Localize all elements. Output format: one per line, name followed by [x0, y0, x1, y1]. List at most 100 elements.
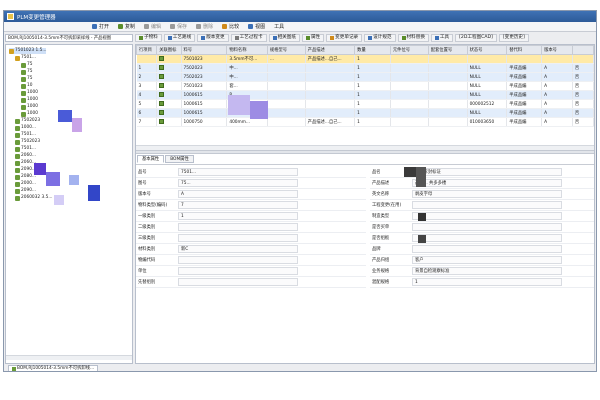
- col-header[interactable]: 替代料: [506, 45, 543, 55]
- menu-tools[interactable]: 工具: [274, 23, 284, 30]
- col-header[interactable]: 元件位号: [389, 45, 429, 55]
- prop-input[interactable]: [178, 256, 298, 264]
- tree-node[interactable]: 10: [21, 83, 32, 89]
- tab-version-change[interactable]: 版本变更: [197, 33, 229, 42]
- prop-row: 二级类别: [136, 222, 366, 233]
- prop-input[interactable]: A: [178, 190, 298, 198]
- tree-hscrollbar[interactable]: [6, 355, 132, 360]
- col-header[interactable]: 行项目: [136, 45, 158, 55]
- tree-node[interactable]: 2060032 3.5...: [15, 195, 52, 201]
- col-header[interactable]: 关联图标: [156, 45, 182, 55]
- prop-input[interactable]: [178, 234, 298, 242]
- prop-input[interactable]: [178, 223, 298, 231]
- prop-input[interactable]: 产品... 共多多楼: [412, 179, 562, 187]
- open-document-tab[interactable]: BOM,RJ1005014-3.5mm不可拆卸线...: [8, 364, 99, 371]
- tree-node[interactable]: 7501023 1.5...: [9, 48, 47, 54]
- prop-row: 产品归组 客户: [370, 255, 594, 266]
- tree-node[interactable]: 75: [21, 76, 32, 82]
- tree-node[interactable]: 2090...: [15, 167, 36, 173]
- bom-grid: 行项目 关联图标 料号 物料名称 规格型号 产品描述 数量 元件位号 配套位置号…: [136, 45, 594, 127]
- menu-edit[interactable]: 编辑: [144, 23, 161, 30]
- menu-save[interactable]: 保存: [170, 23, 187, 30]
- tab-tools[interactable]: 工具: [430, 33, 454, 42]
- tree-node[interactable]: 1000: [21, 104, 38, 110]
- col-header[interactable]: 物料名称: [226, 45, 268, 55]
- tree-node[interactable]: 1000: [21, 90, 38, 96]
- col-header[interactable]: 状态号: [466, 45, 508, 55]
- prop-input[interactable]: 7501...: [178, 168, 298, 176]
- tab-sub-items[interactable]: 子物料: [135, 33, 162, 42]
- tab-drawings[interactable]: 相关图纸: [268, 33, 300, 42]
- table-row[interactable]: 5 1000615 ... 1 000002512 半成品编 A 否: [136, 99, 594, 109]
- tab-design-spec[interactable]: 设计规范: [364, 33, 396, 42]
- tab-cad[interactable]: [2D工程图CAD]: [455, 33, 497, 42]
- prop-row: 图号 75...: [136, 178, 366, 189]
- col-header[interactable]: 料号: [180, 45, 228, 55]
- prop-input[interactable]: [412, 234, 562, 242]
- tree-node[interactable]: 1000: [21, 111, 38, 117]
- tab-change-history[interactable]: [变更历史]: [498, 33, 529, 42]
- prop-input[interactable]: [178, 267, 298, 275]
- prop-input[interactable]: 自置拆封标证: [412, 168, 562, 176]
- pane-splitter[interactable]: [136, 150, 594, 154]
- menu-open[interactable]: 打开: [92, 23, 109, 30]
- tab-material-replace[interactable]: 材料替换: [397, 33, 429, 42]
- table-row[interactable]: 3 7501023 套... 1 NULL 半成品编 A 否: [136, 81, 594, 91]
- tree-node[interactable]: 75: [21, 69, 32, 75]
- tree-node[interactable]: 2000...: [15, 181, 36, 187]
- menu-view[interactable]: 视图: [248, 23, 265, 30]
- tree-node[interactable]: 75: [21, 62, 32, 68]
- tree-node[interactable]: 2090...: [15, 188, 36, 194]
- prop-input[interactable]: [412, 212, 562, 220]
- prop-input[interactable]: [412, 201, 562, 209]
- menu-copy[interactable]: 复制: [118, 23, 135, 30]
- part-icon: [15, 139, 20, 145]
- prop-input[interactable]: [412, 223, 562, 231]
- prop-input[interactable]: [412, 245, 562, 253]
- material-icon: [401, 35, 406, 40]
- table-row[interactable]: 4 1000615 P... 1 NULL 半成品编 A 否: [136, 90, 594, 100]
- tab-basic-props[interactable]: 基本属性: [137, 155, 165, 163]
- tab-bom-props[interactable]: BOM属性: [165, 155, 194, 163]
- tree-node[interactable]: 7502023: [15, 118, 40, 124]
- table-row[interactable]: 6 1000615 ... 1 NULL 半成品编 A 否: [136, 108, 594, 118]
- col-header[interactable]: 版本号: [541, 45, 573, 55]
- tab-process-card[interactable]: 工艺过程卡: [230, 33, 267, 42]
- col-header[interactable]: 产品描述: [304, 45, 356, 55]
- tree-node[interactable]: 1000...: [15, 125, 36, 131]
- tab-process-route[interactable]: 工艺路线: [163, 33, 196, 42]
- tree-node[interactable]: 7502023: [15, 139, 40, 145]
- prop-input[interactable]: 75...: [178, 179, 298, 187]
- prop-input[interactable]: 1: [412, 278, 562, 286]
- tree-node[interactable]: 2060...: [15, 153, 36, 159]
- table-row[interactable]: 1 7502023 中... 1 NULL 半成品编 A 否: [136, 63, 594, 73]
- menu-delete[interactable]: 删除: [196, 23, 213, 30]
- tree-node[interactable]: 7501...: [15, 55, 36, 61]
- table-row[interactable]: 2 7502023 中... 1 NULL 半成品编 A 否: [136, 72, 594, 82]
- col-header[interactable]: [571, 45, 594, 55]
- tree-node[interactable]: 2080...: [15, 174, 36, 180]
- tree-node[interactable]: 7501...: [15, 146, 36, 152]
- table-row[interactable]: 7 1000750 400mm... 产品描述...自己... 1 010003…: [136, 117, 594, 127]
- expand-icon[interactable]: [9, 48, 14, 54]
- prop-input[interactable]: 剥皮字母: [412, 190, 562, 198]
- bom-tree-panel[interactable]: 7501023 1.5... 7501... 75 75 75 10 1000 …: [5, 44, 133, 364]
- prop-input[interactable]: 1: [178, 212, 298, 220]
- col-header[interactable]: 规格型号: [266, 45, 306, 55]
- prop-input[interactable]: 客户: [412, 256, 562, 264]
- prop-input[interactable]: 背景自检观察标准: [412, 267, 562, 275]
- tab-change-records[interactable]: 变更单记录: [326, 33, 363, 42]
- tree-node[interactable]: 7501...: [15, 132, 36, 138]
- part-icon: [159, 82, 165, 88]
- col-header[interactable]: 配套位置号: [427, 45, 468, 55]
- part-icon: [159, 118, 165, 124]
- menu-compare[interactable]: 比较: [222, 23, 239, 30]
- prop-input[interactable]: 新C: [178, 245, 298, 253]
- table-row[interactable]: 7501023 3.5mm不可... ... 产品描述...自己... 1: [136, 54, 594, 64]
- tree-node[interactable]: 2060...: [15, 160, 36, 166]
- tree-node[interactable]: 1000: [21, 97, 38, 103]
- prop-input[interactable]: 7: [178, 201, 298, 209]
- col-header[interactable]: 数量: [354, 45, 391, 55]
- tab-attributes[interactable]: 属性: [301, 33, 325, 42]
- prop-input[interactable]: [178, 278, 298, 286]
